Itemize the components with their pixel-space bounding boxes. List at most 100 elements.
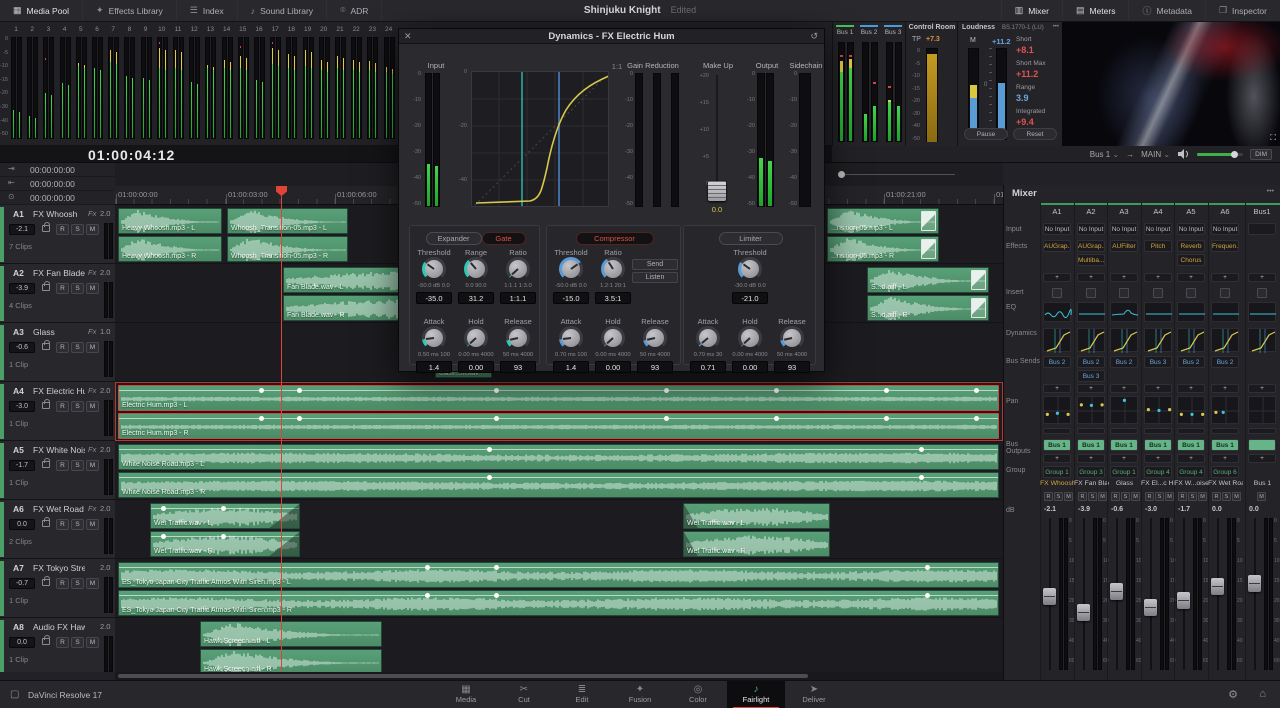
automation-point[interactable]: [494, 565, 499, 570]
track-solo-button[interactable]: S: [71, 224, 84, 235]
monitor-dest-selector[interactable]: MAIN ⌄: [1141, 150, 1170, 159]
close-icon[interactable]: ✕: [404, 31, 412, 42]
strip-effect-chip[interactable]: Frequen...: [1211, 240, 1239, 252]
track-record-button[interactable]: R: [56, 283, 69, 294]
send-button[interactable]: Send: [632, 259, 678, 270]
strip-mute-button[interactable]: M: [1232, 492, 1241, 501]
strip-group-chip[interactable]: Group 4: [1144, 466, 1172, 478]
strip-mute-button[interactable]: M: [1198, 492, 1207, 501]
strip-bus-output-chip[interactable]: Bus 1: [1177, 439, 1205, 451]
strip-bus-send-chip[interactable]: Bus 2: [1077, 356, 1105, 368]
automation-point[interactable]: [919, 475, 924, 480]
page-tab-media[interactable]: ▦Media: [437, 681, 495, 708]
strip-solo-button[interactable]: S: [1155, 492, 1164, 501]
audio-clip[interactable]: Electric Hum.mp3 - L: [118, 385, 999, 411]
strip-insert-toggle[interactable]: [1220, 288, 1230, 298]
strip-mute-button[interactable]: M: [1131, 492, 1140, 501]
toolbar-button-adr[interactable]: ⌾ADR: [327, 0, 382, 21]
expand-viewer-icon[interactable]: ⛶: [1270, 133, 1276, 143]
page-tab-fusion[interactable]: ✦Fusion: [611, 681, 669, 708]
audio-clip[interactable]: White Noise Road.mp3 - L: [118, 444, 999, 470]
strip-fader-handle[interactable]: [1077, 604, 1090, 621]
toolbar-button-mixer[interactable]: ▥Mixer: [1001, 0, 1062, 21]
lock-icon[interactable]: [42, 343, 50, 350]
strip-dynamics-thumbnail[interactable]: [1144, 328, 1172, 352]
strip-add-output-button[interactable]: +: [1110, 454, 1138, 463]
page-tab-fairlight[interactable]: ♪Fairlight: [727, 681, 785, 708]
loudness-pause-button[interactable]: Pause: [964, 128, 1008, 140]
scrollbar-thumb[interactable]: [118, 674, 808, 678]
fade-handle[interactable]: [971, 270, 986, 290]
horizontal-scrollbar[interactable]: [115, 672, 1003, 680]
page-tab-cut[interactable]: ✂Cut: [495, 681, 553, 708]
lock-icon[interactable]: [42, 402, 50, 409]
audio-clip[interactable]: ES_Tokyo Japan City Traffic Atmos With S…: [118, 590, 999, 616]
toolbar-button-effects-library[interactable]: ✦Effects Library: [83, 0, 177, 21]
strip-fader-handle[interactable]: [1144, 599, 1157, 616]
automation-point[interactable]: [774, 416, 779, 421]
loudness-reset-button[interactable]: Reset: [1013, 128, 1057, 140]
knob-threshold[interactable]: [559, 257, 583, 281]
track-gain-value[interactable]: 0.0: [9, 519, 35, 530]
track-mute-button[interactable]: M: [86, 224, 99, 235]
strip-bus-send-chip[interactable]: Bus 2: [1110, 356, 1138, 368]
automation-point[interactable]: [161, 506, 166, 511]
track-mute-button[interactable]: M: [86, 342, 99, 353]
strip-input-chip[interactable]: No Input: [1177, 223, 1205, 235]
strip-insert-toggle[interactable]: [1086, 288, 1096, 298]
strip-dynamics-thumbnail[interactable]: [1110, 328, 1138, 352]
mixer-menu-icon[interactable]: •••: [1267, 188, 1274, 195]
strip-record-button[interactable]: R: [1178, 492, 1187, 501]
knob-value[interactable]: 1:1.1: [500, 292, 536, 304]
strip-bus-output-chip[interactable]: Bus 1: [1077, 439, 1105, 451]
lock-icon[interactable]: [42, 225, 50, 232]
fade-handle[interactable]: [971, 298, 986, 318]
strip-pan-grid[interactable]: [1177, 396, 1205, 424]
automation-point[interactable]: [425, 565, 430, 570]
strip-add-output-button[interactable]: +: [1177, 454, 1205, 463]
automation-point[interactable]: [494, 416, 499, 421]
knob-value[interactable]: 0.00: [458, 361, 494, 373]
audio-clip[interactable]: ...nsition-05.mp3 - R: [827, 236, 939, 262]
knob-value[interactable]: 0.00: [595, 361, 631, 373]
strip-record-button[interactable]: R: [1078, 492, 1087, 501]
strip-record-button[interactable]: R: [1212, 492, 1221, 501]
toolbar-button-meters[interactable]: ▤Meters: [1062, 0, 1129, 21]
knob-ratio[interactable]: [601, 257, 625, 281]
strip-effect-chip[interactable]: AUGrap...: [1077, 240, 1105, 252]
strip-bus-output-chip[interactable]: Bus 1: [1211, 439, 1239, 451]
audio-clip[interactable]: S...d.aiff - L: [867, 267, 989, 293]
knob-release[interactable]: [506, 326, 530, 350]
strip-add-effect-button[interactable]: +: [1211, 273, 1239, 282]
strip-effect-chip[interactable]: Reverb: [1177, 240, 1205, 252]
knob-release[interactable]: [780, 326, 804, 350]
knob-ratio[interactable]: [506, 257, 530, 281]
knob-value[interactable]: 0.00: [732, 361, 768, 373]
strip-pan-grid[interactable]: [1211, 396, 1239, 424]
strip-insert-toggle[interactable]: [1119, 288, 1129, 298]
tab-limiter[interactable]: Limiter: [719, 232, 783, 245]
automation-point[interactable]: [487, 475, 492, 480]
strip-pan-grid[interactable]: [1043, 396, 1071, 424]
strip-bus-send-chip[interactable]: Bus 3: [1144, 356, 1172, 368]
knob-value[interactable]: 93: [637, 361, 673, 373]
tab-expander[interactable]: Expander: [426, 232, 482, 245]
strip-dynamics-thumbnail[interactable]: [1043, 328, 1071, 352]
audio-clip[interactable]: Hawk Screech.aiff - R: [200, 649, 382, 672]
reset-icon[interactable]: ↺: [810, 31, 818, 42]
lock-icon[interactable]: [42, 638, 50, 645]
knob-threshold[interactable]: [422, 257, 446, 281]
strip-bus-send-chip[interactable]: Bus 2: [1211, 356, 1239, 368]
strip-group-chip[interactable]: Group 1: [1043, 466, 1071, 478]
track-mute-button[interactable]: M: [86, 519, 99, 530]
page-tab-deliver[interactable]: ➤Deliver: [785, 681, 843, 708]
strip-pan-grid[interactable]: [1077, 396, 1105, 424]
automation-point[interactable]: [919, 447, 924, 452]
track-gain-value[interactable]: -3.0: [9, 401, 35, 412]
track-header-a3[interactable]: A3GlassFx1.0-0.6RSM1 Clip: [0, 323, 115, 382]
track-gain-value[interactable]: -0.7: [9, 578, 35, 589]
strip-mute-button[interactable]: M: [1098, 492, 1107, 501]
strip-add-send-button[interactable]: +: [1248, 384, 1276, 393]
track-header-a7[interactable]: A7FX Tokyo Street2.0-0.7RSM1 Clip: [0, 559, 115, 618]
strip-solo-button[interactable]: S: [1121, 492, 1130, 501]
